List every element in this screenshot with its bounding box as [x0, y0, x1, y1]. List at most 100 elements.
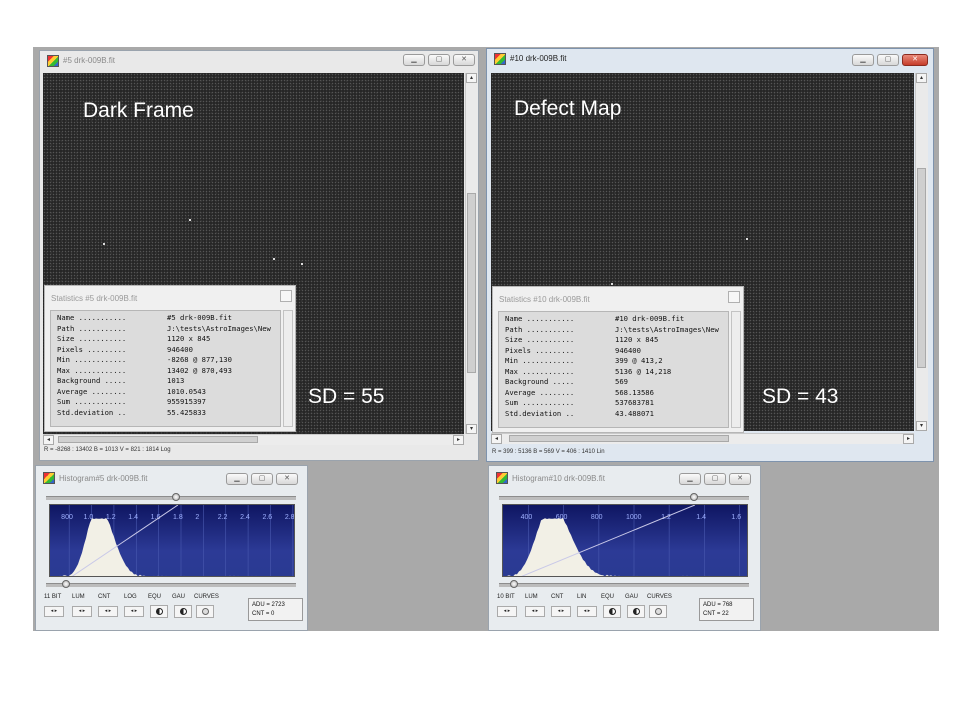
- axis-tick-label: 2.2: [218, 514, 228, 521]
- control-label: 10 BIT: [497, 594, 515, 600]
- stepper-button[interactable]: ◂ ▸: [44, 606, 64, 617]
- control-label: GAU: [625, 594, 639, 600]
- black-point-slider[interactable]: [499, 580, 749, 588]
- scroll-thumb[interactable]: [467, 193, 476, 373]
- stat-key: Min ............: [505, 356, 575, 365]
- title-bar[interactable]: Histogram#5 drk-009B.fit ▁ ▢ ✕: [36, 466, 307, 488]
- stat-row: Std.deviation .. 43.488071: [499, 409, 728, 420]
- slider-knob[interactable]: [62, 580, 70, 588]
- control-label: CURVES: [647, 594, 672, 600]
- vertical-scrollbar[interactable]: [731, 311, 741, 428]
- histogram-readout: ADU = 768 CNT = 22: [699, 598, 754, 621]
- axis-tick-label: 800: [61, 514, 73, 521]
- stat-value: 568.13586: [615, 387, 654, 397]
- status-bar: R = 399 : 5136 B = 569 V = 406 : 1410 Li…: [492, 449, 605, 455]
- stepper-button[interactable]: ◂ ▸: [497, 606, 517, 617]
- white-point-slider[interactable]: [46, 493, 296, 501]
- app-icon: [494, 53, 506, 65]
- maximize-button[interactable]: ▢: [428, 54, 450, 66]
- curves-button[interactable]: [649, 605, 667, 618]
- stat-row: Path ........... J:\tests\AstroImages\New: [51, 324, 280, 335]
- scroll-left-arrow[interactable]: ◂: [43, 435, 54, 445]
- scroll-right-arrow[interactable]: ▸: [453, 435, 464, 445]
- window-title: #5 drk-009B.fit: [63, 56, 116, 65]
- statistics-panel[interactable]: Statistics #10 drk-009B.fit Name .......…: [492, 286, 744, 433]
- scroll-down-arrow[interactable]: ▾: [466, 424, 477, 434]
- scroll-thumb[interactable]: [58, 436, 258, 443]
- stat-row: Size ........... 1120 x 845: [499, 335, 728, 346]
- title-bar[interactable]: Histogram#10 drk-009B.fit ▁ ▢ ✕: [489, 466, 760, 488]
- stepper-button[interactable]: ◂ ▸: [98, 606, 118, 617]
- stat-row: Name ........... #10 drk-009B.fit: [499, 314, 728, 325]
- equ-button[interactable]: [150, 605, 168, 618]
- equ-button[interactable]: [603, 605, 621, 618]
- close-icon[interactable]: [280, 290, 292, 302]
- maximize-button[interactable]: ▢: [704, 473, 726, 485]
- stat-row: Size ........... 1120 x 845: [51, 334, 280, 345]
- contrast-icon: [633, 608, 640, 615]
- close-button[interactable]: ✕: [729, 473, 751, 485]
- minimize-button[interactable]: ▁: [226, 473, 248, 485]
- vertical-scrollbar[interactable]: [283, 310, 293, 427]
- vertical-scrollbar[interactable]: ▴ ▾: [915, 73, 928, 431]
- hot-pixel: [103, 243, 105, 245]
- control-label: LOG: [124, 594, 137, 600]
- stat-row: Sum ............ 537683781: [499, 398, 728, 409]
- white-point-slider[interactable]: [499, 493, 749, 501]
- gau-button[interactable]: [174, 605, 192, 618]
- axis-tick-label: 1.6: [731, 514, 741, 521]
- stat-key: Average ........: [505, 387, 575, 397]
- horizontal-scrollbar[interactable]: ◂ ▸: [491, 433, 914, 444]
- app-icon: [496, 472, 508, 484]
- scroll-thumb[interactable]: [917, 168, 926, 368]
- title-bar[interactable]: #10 drk-009B.fit ▁ ▢ ✕: [487, 49, 933, 71]
- histogram-window-right[interactable]: Histogram#10 drk-009B.fit ▁ ▢ ✕ 400 600 80…: [488, 465, 761, 631]
- close-icon[interactable]: [728, 291, 740, 303]
- black-point-slider[interactable]: [46, 580, 296, 588]
- control-label: CNT: [551, 594, 564, 600]
- scroll-up-arrow[interactable]: ▴: [466, 73, 477, 83]
- stat-key: Min ............: [57, 355, 127, 364]
- stat-key: Pixels .........: [57, 344, 127, 354]
- minimize-button[interactable]: ▁: [403, 54, 425, 66]
- slider-knob[interactable]: [510, 580, 518, 588]
- stat-value: 569: [615, 377, 628, 386]
- horizontal-scrollbar[interactable]: ◂ ▸: [43, 434, 464, 445]
- stepper-button[interactable]: ◂ ▸: [551, 606, 571, 617]
- stat-key: Background .....: [505, 377, 575, 386]
- minimize-button[interactable]: ▁: [852, 54, 874, 66]
- stat-value: 43.488071: [615, 408, 654, 418]
- stat-key: Name ...........: [505, 314, 575, 323]
- close-button[interactable]: ✕: [453, 54, 475, 66]
- statistics-title: Statistics #5 drk-009B.fit: [51, 294, 138, 303]
- maximize-button[interactable]: ▢: [251, 473, 273, 485]
- slider-knob[interactable]: [172, 493, 180, 501]
- vertical-scrollbar[interactable]: ▴ ▾: [465, 73, 478, 434]
- stat-value: 1120 x 845: [167, 334, 211, 343]
- title-bar[interactable]: #5 drk-009B.fit ▁ ▢ ✕: [40, 51, 478, 73]
- minimize-button[interactable]: ▁: [679, 473, 701, 485]
- scroll-thumb[interactable]: [509, 435, 729, 442]
- statistics-panel[interactable]: Statistics #5 drk-009B.fit Name ........…: [44, 285, 296, 432]
- histogram-svg: 800 1.0 1.2 1.4 1.6 1.8 2 2.2 2.4 2.6 2.8: [59, 505, 294, 576]
- stepper-button[interactable]: ◂ ▸: [577, 606, 597, 617]
- close-button[interactable]: ✕: [902, 54, 928, 66]
- stat-key: Sum ............: [57, 397, 127, 406]
- scroll-left-arrow[interactable]: ◂: [491, 434, 502, 444]
- curves-button[interactable]: [196, 605, 214, 618]
- scroll-down-arrow[interactable]: ▾: [916, 421, 927, 431]
- scroll-right-arrow[interactable]: ▸: [903, 434, 914, 444]
- adu-readout: ADU = 768: [703, 602, 733, 608]
- stepper-button[interactable]: ◂ ▸: [72, 606, 92, 617]
- stat-row: Min ............ 399 @ 413,2: [499, 356, 728, 367]
- slider-knob[interactable]: [690, 493, 698, 501]
- maximize-button[interactable]: ▢: [877, 54, 899, 66]
- stepper-button[interactable]: ◂ ▸: [525, 606, 545, 617]
- scroll-up-arrow[interactable]: ▴: [916, 73, 927, 83]
- close-button[interactable]: ✕: [276, 473, 298, 485]
- histogram-window-left[interactable]: Histogram#5 drk-009B.fit ▁ ▢ ✕ 800 1.0 1.2…: [35, 465, 308, 631]
- stepper-button[interactable]: ◂ ▸: [124, 606, 144, 617]
- gau-button[interactable]: [627, 605, 645, 618]
- statistics-table: Name ........... #5 drk-009B.fit Path ....…: [50, 310, 281, 427]
- stat-key: Std.deviation ..: [57, 407, 127, 417]
